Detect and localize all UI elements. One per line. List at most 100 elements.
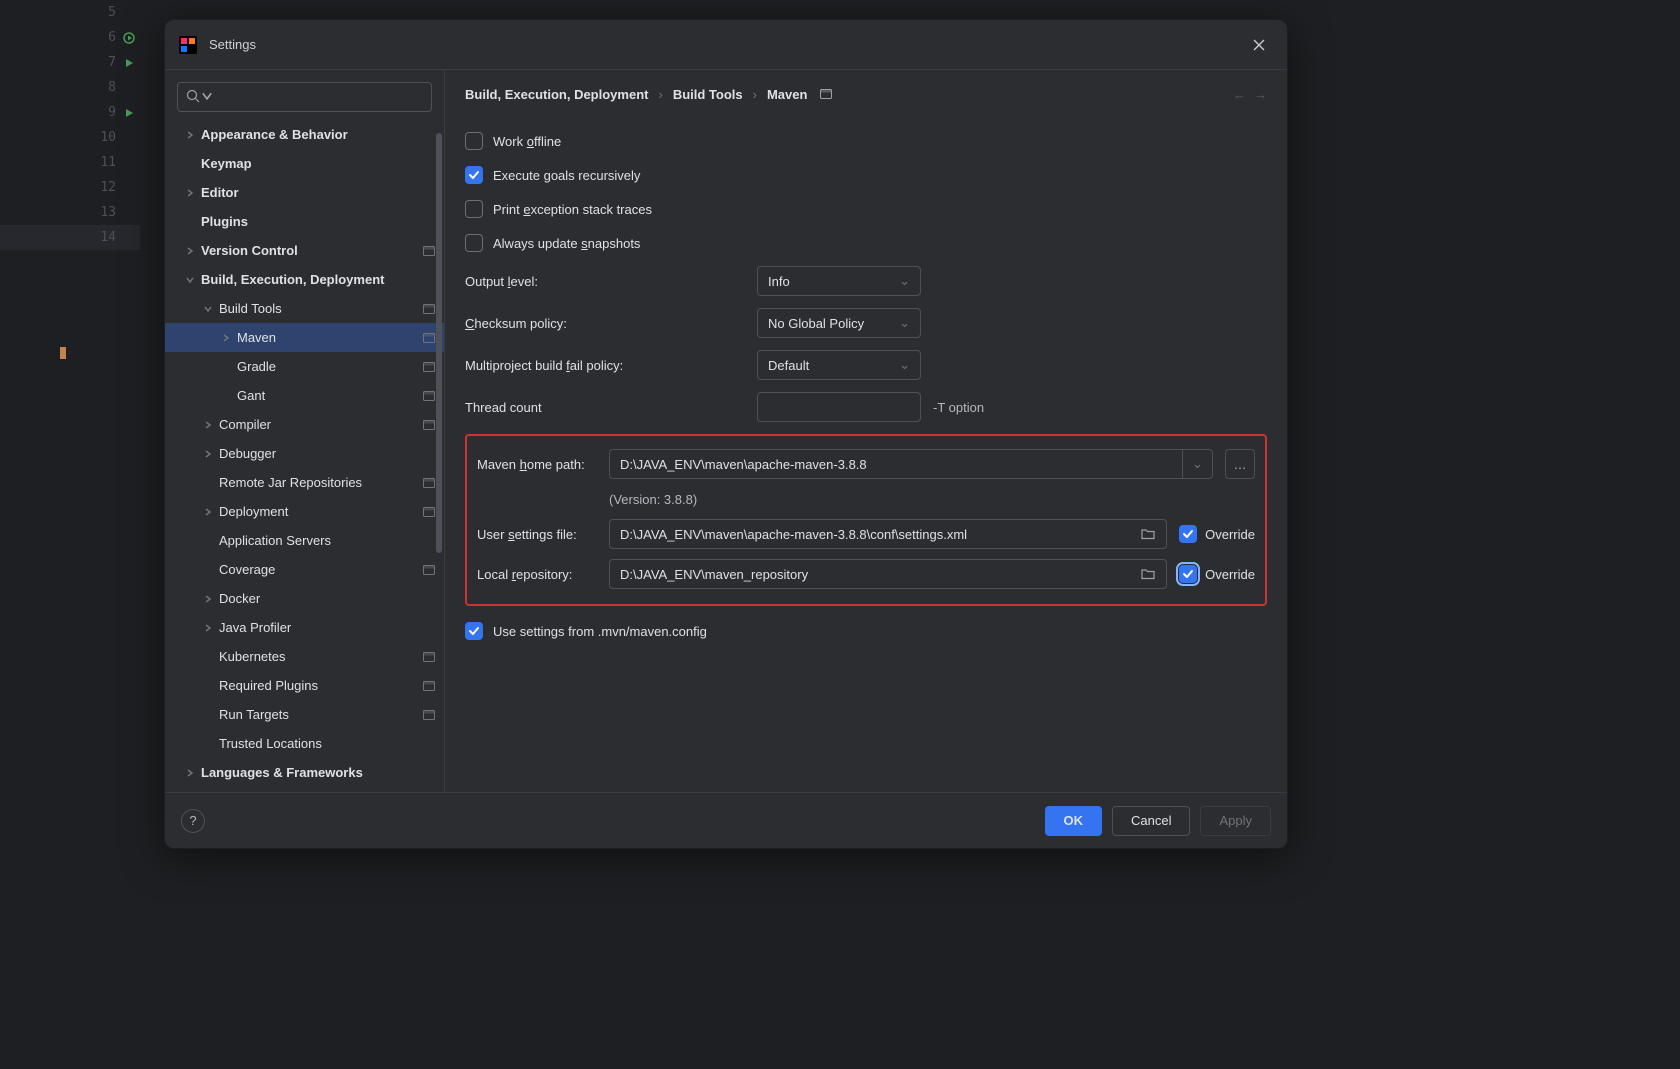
- tree-item-version-control[interactable]: Version Control: [165, 236, 444, 265]
- tree-item-build-tools[interactable]: Build Tools: [165, 294, 444, 323]
- tree-item-gant[interactable]: Gant: [165, 381, 444, 410]
- run-icon[interactable]: [122, 106, 136, 120]
- run-icon[interactable]: [122, 56, 136, 70]
- chevron-right-icon: [219, 333, 233, 343]
- settings-search-input[interactable]: [177, 82, 432, 112]
- breadcrumb: Build, Execution, Deployment › Build Too…: [445, 70, 1287, 118]
- settings-dialog: Settings Appearance & Behavior Keymap Edit…: [164, 19, 1288, 849]
- tree-item-java-profiler[interactable]: Java Profiler: [165, 613, 444, 642]
- tree-item-application-servers[interactable]: Application Servers: [165, 526, 444, 555]
- chevron-right-icon: [183, 246, 197, 256]
- local-repo-label: Local repository:: [477, 567, 597, 582]
- tree-item-label: Remote Jar Repositories: [219, 475, 422, 490]
- checksum-select[interactable]: No Global Policy ⌄: [757, 308, 921, 338]
- help-button[interactable]: ?: [181, 809, 205, 833]
- multiproject-select[interactable]: Default ⌄: [757, 350, 921, 380]
- tree-item-label: Editor: [201, 185, 436, 200]
- gutter-line[interactable]: 14: [0, 225, 140, 250]
- chevron-down-icon[interactable]: ⌄: [1182, 449, 1212, 479]
- tree-item-trusted-locations[interactable]: Trusted Locations: [165, 729, 444, 758]
- tree-item-run-targets[interactable]: Run Targets: [165, 700, 444, 729]
- output-level-select[interactable]: Info ⌄: [757, 266, 921, 296]
- dialog-title: Settings: [209, 37, 256, 52]
- tree-item-maven[interactable]: Maven: [165, 323, 444, 352]
- chevron-right-icon: [201, 449, 215, 459]
- local-repo-override-checkbox[interactable]: [1179, 565, 1197, 583]
- chevron-right-icon: ›: [753, 87, 757, 102]
- tree-item-label: Build Tools: [219, 301, 422, 316]
- checksum-value: No Global Policy: [768, 316, 864, 331]
- settings-sidebar: Appearance & Behavior Keymap Editor Plugins…: [165, 70, 445, 792]
- gutter-line[interactable]: 7: [0, 50, 140, 75]
- use-mvn-config-checkbox[interactable]: [465, 622, 483, 640]
- gutter-line[interactable]: 11: [0, 150, 140, 175]
- print-exception-checkbox[interactable]: [465, 200, 483, 218]
- print-exception-label: Print exception stack traces: [493, 202, 652, 217]
- override-label: Override: [1205, 527, 1255, 542]
- user-settings-input[interactable]: D:\JAVA_ENV\maven\apache-maven-3.8.8\con…: [609, 519, 1167, 549]
- tree-item-deployment[interactable]: Deployment: [165, 497, 444, 526]
- tree-item-kubernetes[interactable]: Kubernetes: [165, 642, 444, 671]
- tree-item-docker[interactable]: Docker: [165, 584, 444, 613]
- browse-button[interactable]: …: [1225, 449, 1255, 479]
- tree-item-label: Debugger: [219, 446, 436, 461]
- work-offline-checkbox[interactable]: [465, 132, 483, 150]
- update-snapshots-checkbox[interactable]: [465, 234, 483, 252]
- tree-item-required-plugins[interactable]: Required Plugins: [165, 671, 444, 700]
- cancel-button[interactable]: Cancel: [1112, 806, 1190, 836]
- gutter-line[interactable]: 10: [0, 125, 140, 150]
- gutter-line[interactable]: 9: [0, 100, 140, 125]
- tree-item-gradle[interactable]: Gradle: [165, 352, 444, 381]
- close-button[interactable]: [1245, 31, 1273, 59]
- multiproject-value: Default: [768, 358, 809, 373]
- tree-item-label: Compiler: [219, 417, 422, 432]
- output-level-label: Output level:: [465, 274, 745, 289]
- tree-item-languages-frameworks[interactable]: Languages & Frameworks: [165, 758, 444, 787]
- tree-item-appearance-behavior[interactable]: Appearance & Behavior: [165, 120, 444, 149]
- tree-item-label: Appearance & Behavior: [201, 127, 436, 142]
- tree-item-keymap[interactable]: Keymap: [165, 149, 444, 178]
- search-history-icon[interactable]: [200, 89, 214, 106]
- crumb-1[interactable]: Build Tools: [673, 87, 743, 102]
- maven-home-input[interactable]: D:\JAVA_ENV\maven\apache-maven-3.8.8 ⌄: [609, 449, 1213, 479]
- check-icon: [1182, 568, 1194, 580]
- folder-icon[interactable]: [1140, 526, 1156, 542]
- chevron-down-icon: [201, 304, 215, 314]
- chevron-right-icon: [201, 507, 215, 517]
- thread-count-input[interactable]: [757, 392, 921, 422]
- chevron-down-icon: ⌄: [899, 273, 910, 289]
- run-icon[interactable]: [122, 31, 136, 45]
- tree-item-compiler[interactable]: Compiler: [165, 410, 444, 439]
- gutter-line[interactable]: 6: [0, 25, 140, 50]
- thread-count-hint: -T option: [933, 400, 984, 415]
- ok-button[interactable]: OK: [1045, 806, 1103, 836]
- gutter-line[interactable]: 5: [0, 0, 140, 25]
- search-icon: [186, 89, 200, 106]
- gutter-line[interactable]: 12: [0, 175, 140, 200]
- tree-scrollbar[interactable]: [434, 133, 444, 723]
- ellipsis-icon: …: [1234, 457, 1247, 472]
- nav-back-icon[interactable]: ←: [1233, 87, 1246, 102]
- folder-icon[interactable]: [1140, 566, 1156, 582]
- chevron-right-icon: [201, 594, 215, 604]
- tree-scrollbar-thumb[interactable]: [436, 133, 442, 553]
- tree-item-plugins[interactable]: Plugins: [165, 207, 444, 236]
- nav-forward-icon[interactable]: →: [1254, 87, 1267, 102]
- tree-item-debugger[interactable]: Debugger: [165, 439, 444, 468]
- local-repo-input[interactable]: D:\JAVA_ENV\maven_repository: [609, 559, 1167, 589]
- crumb-0[interactable]: Build, Execution, Deployment: [465, 87, 648, 102]
- exec-goals-checkbox[interactable]: [465, 166, 483, 184]
- user-settings-override-checkbox[interactable]: [1179, 525, 1197, 543]
- tree-item-editor[interactable]: Editor: [165, 178, 444, 207]
- gutter-line[interactable]: 13: [0, 200, 140, 225]
- settings-tree[interactable]: Appearance & Behavior Keymap Editor Plugins…: [165, 120, 444, 792]
- tree-item-build-execution-deployment[interactable]: Build, Execution, Deployment: [165, 265, 444, 294]
- maven-home-value: D:\JAVA_ENV\maven\apache-maven-3.8.8: [610, 457, 1182, 472]
- crumb-2[interactable]: Maven: [767, 87, 807, 102]
- update-snapshots-label: Always update snapshots: [493, 236, 640, 251]
- tree-item-remote-jar-repositories[interactable]: Remote Jar Repositories: [165, 468, 444, 497]
- override-label: Override: [1205, 567, 1255, 582]
- tree-item-coverage[interactable]: Coverage: [165, 555, 444, 584]
- apply-button[interactable]: Apply: [1200, 806, 1271, 836]
- gutter-line[interactable]: 8: [0, 75, 140, 100]
